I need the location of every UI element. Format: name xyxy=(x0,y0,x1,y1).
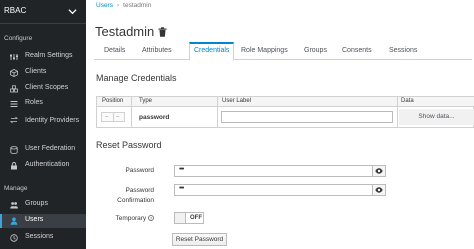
user-label-input[interactable] xyxy=(221,111,393,123)
main-content: Users › testadmin Testadmin Details Attrib… xyxy=(86,0,474,249)
sidebar-item-sessions[interactable]: Sessions xyxy=(0,231,86,245)
sliders-icon xyxy=(10,54,18,60)
credentials-table: Position Type User Label Data – – passwo… xyxy=(96,96,474,128)
manage-credentials-heading: Manage Credentials xyxy=(96,73,177,83)
password-confirmation-label: Password Confirmation xyxy=(100,186,154,206)
column-header-position: Position xyxy=(102,98,124,104)
tab-role-mappings[interactable]: Role Mappings xyxy=(241,42,288,60)
sidebar-item-roles[interactable]: Roles xyxy=(0,97,86,111)
manage-section-label: Manage xyxy=(4,185,28,192)
password-confirmation-field[interactable]: ••• xyxy=(174,184,386,196)
reset-password-heading: Reset Password xyxy=(96,140,162,150)
password-field[interactable]: ••• xyxy=(174,165,386,177)
sidebar-item-label: Authentication xyxy=(25,161,70,168)
sidebar: RBAC Configure Realm Settings Clients Cl… xyxy=(0,0,86,249)
cube-icon xyxy=(10,69,18,77)
confirm-label-line2: Confirmation xyxy=(117,197,154,204)
tab-credentials[interactable]: Credentials xyxy=(189,42,235,61)
configure-section-label: Configure xyxy=(4,35,33,42)
tab-attributes[interactable]: Attributes xyxy=(142,42,172,60)
confirm-label-line1: Password xyxy=(125,187,154,194)
trash-icon[interactable] xyxy=(158,27,167,37)
column-divider xyxy=(217,97,218,127)
clock-icon xyxy=(10,234,18,242)
eye-icon xyxy=(375,168,383,174)
sidebar-item-label: Clients xyxy=(25,68,47,75)
exchange-icon xyxy=(10,116,18,124)
password-value: ••• xyxy=(179,166,184,173)
column-header-data: Data xyxy=(401,98,414,104)
lock-icon xyxy=(11,162,17,170)
users-icon xyxy=(10,202,18,209)
breadcrumb-separator: › xyxy=(116,2,120,9)
page-title: Testadmin xyxy=(95,24,155,39)
list-icon xyxy=(10,101,18,107)
sidebar-item-authentication[interactable]: Authentication xyxy=(0,159,86,173)
sidebar-item-label: User Federation xyxy=(25,145,76,152)
eye-icon xyxy=(375,187,383,193)
tab-consents[interactable]: Consents xyxy=(342,42,372,60)
sidebar-item-groups[interactable]: Groups xyxy=(0,198,86,212)
column-divider xyxy=(131,97,132,127)
tab-sessions[interactable]: Sessions xyxy=(389,42,417,60)
sidebar-item-realm-settings[interactable]: Realm Settings xyxy=(0,50,86,64)
help-icon[interactable]: ? xyxy=(148,215,154,222)
sidebar-item-label: Sessions xyxy=(25,233,54,240)
sidebar-item-client-scopes[interactable]: Client Scopes xyxy=(0,82,86,96)
sidebar-item-clients[interactable]: Clients xyxy=(0,66,86,80)
sidebar-item-user-federation[interactable]: User Federation xyxy=(0,143,86,157)
confirmation-value: ••• xyxy=(179,185,184,192)
temporary-toggle[interactable]: OFF xyxy=(174,212,204,224)
table-header: Position Type User Label Data xyxy=(97,97,474,107)
sidebar-item-label: Identity Providers xyxy=(25,117,80,124)
divider xyxy=(113,113,114,121)
cubes-icon xyxy=(10,85,18,93)
user-icon xyxy=(10,217,18,225)
tab-details[interactable]: Details xyxy=(104,42,125,60)
show-password-toggle[interactable] xyxy=(372,166,385,176)
toggle-state: OFF xyxy=(190,215,202,221)
credential-type: password xyxy=(139,114,170,121)
move-up-icon[interactable]: – xyxy=(105,114,108,120)
sidebar-item-label: Realm Settings xyxy=(25,52,73,59)
password-label: Password xyxy=(125,167,154,174)
sidebar-item-label: Users xyxy=(25,216,44,223)
sidebar-item-label: Groups xyxy=(25,200,48,207)
move-down-icon[interactable]: – xyxy=(116,114,119,120)
breadcrumb-users-link[interactable]: Users xyxy=(96,2,113,9)
database-icon xyxy=(10,146,18,154)
sidebar-item-users[interactable]: Users xyxy=(0,214,86,228)
column-divider xyxy=(397,97,398,127)
sidebar-item-label: Client Scopes xyxy=(25,84,69,91)
temporary-label-wrap: Temporary ? xyxy=(100,215,154,222)
temporary-label: Temporary xyxy=(115,215,147,222)
column-header-type: Type xyxy=(139,98,153,104)
sidebar-item-label: Roles xyxy=(25,99,43,106)
breadcrumb: Users › testadmin xyxy=(96,2,151,9)
reset-password-button[interactable]: Reset Password xyxy=(172,233,227,246)
show-data-button[interactable]: Show data... xyxy=(399,109,474,125)
tab-groups[interactable]: Groups xyxy=(304,42,327,60)
column-header-user-label: User Label xyxy=(222,98,252,104)
position-controls[interactable]: – – xyxy=(101,112,125,122)
tab-bar: Details Attributes Credentials Role Mapp… xyxy=(94,42,472,61)
toggle-knob xyxy=(175,213,186,223)
show-confirmation-toggle[interactable] xyxy=(372,185,385,195)
sidebar-item-identity-providers[interactable]: Identity Providers xyxy=(0,113,86,127)
realm-selector[interactable]: RBAC xyxy=(0,0,86,24)
realm-name: RBAC xyxy=(4,6,27,15)
chevron-down-icon xyxy=(68,9,77,15)
breadcrumb-current: testadmin xyxy=(123,2,152,9)
